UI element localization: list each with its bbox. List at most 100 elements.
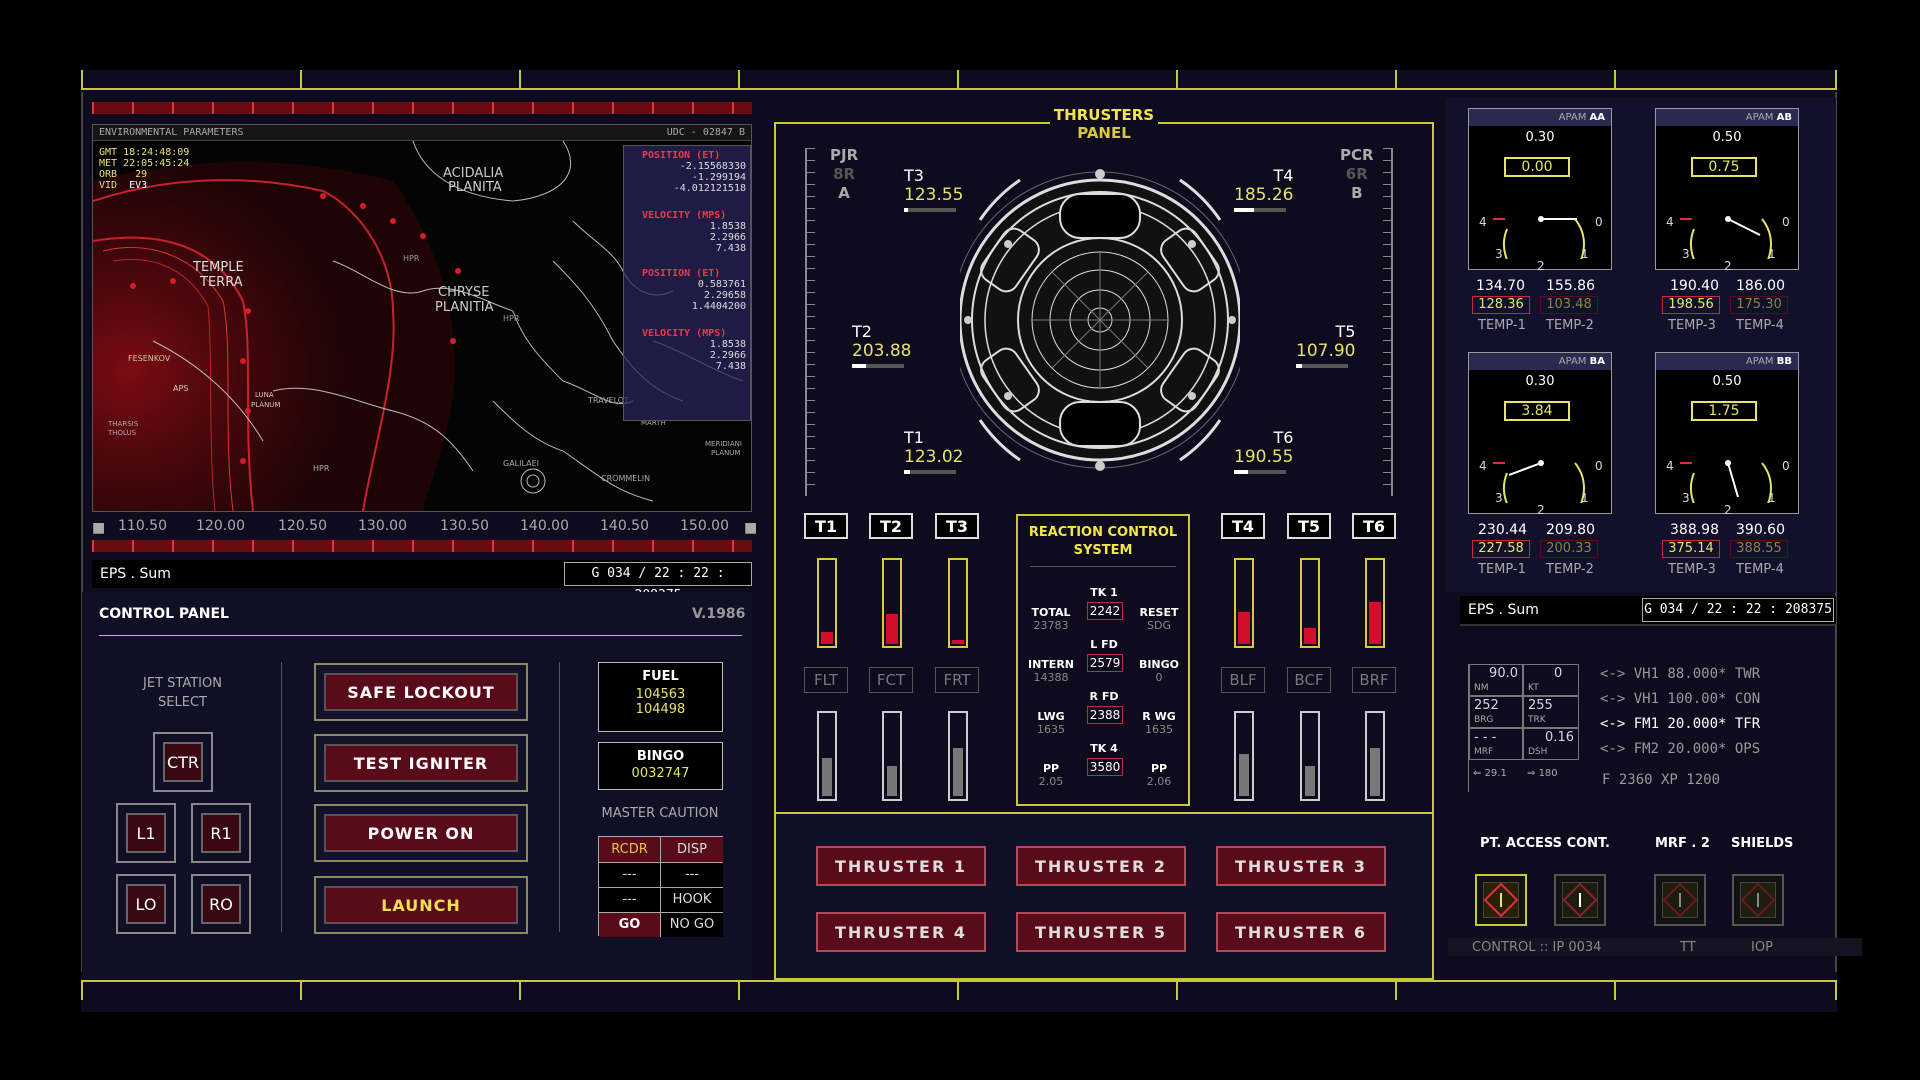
radio-line-3[interactable]: <-> FM1 20.000* TFR (1600, 712, 1760, 737)
svg-text:LUNA: LUNA (255, 391, 274, 399)
map-header: ENVIRONMENTAL PARAMETERS (99, 127, 244, 138)
apam-ba-l2: TEMP-2 (1546, 562, 1594, 577)
apam-ba-a: 230.44 (1478, 522, 1527, 538)
apam-ba-c: 227.58 (1472, 540, 1530, 558)
bar-label-t3: T3 (935, 513, 979, 539)
bar-label-t6: T6 (1352, 513, 1396, 539)
environmental-map[interactable]: ENVIRONMENTAL PARAMETERS UDC - 02847 B A… (92, 124, 752, 512)
radio-line-2[interactable]: <-> VH1 100.00* CON (1600, 687, 1760, 712)
launch-button[interactable]: LAUNCH (314, 876, 528, 934)
svg-text:THOLUS: THOLUS (107, 429, 137, 437)
level-frt (948, 711, 968, 801)
shields-footer: IOP (1751, 940, 1773, 955)
jet-l1-button[interactable]: L1 (116, 803, 176, 863)
jet-ctr-button[interactable]: CTR (153, 732, 213, 792)
map-bottom-ruler (92, 540, 752, 552)
bar-label-t1: T1 (804, 513, 848, 539)
svg-text:THARSIS: THARSIS (107, 420, 139, 428)
master-caution-grid[interactable]: RCDR DISP --- --- --- HOOK GO NO GO (598, 836, 723, 937)
apam-ab-l2: TEMP-4 (1736, 318, 1784, 333)
rcs-tk4-value: 3580 (1087, 758, 1123, 776)
map-side-panel: POSITION (ET) -2.15568330 -1.299194 -4.0… (623, 145, 751, 421)
gauge-t2 (882, 558, 902, 648)
shields-switch[interactable] (1732, 874, 1784, 926)
access-switch-1[interactable] (1475, 874, 1527, 926)
apam-bb-l1: TEMP-3 (1668, 562, 1716, 577)
readout-t2: T2 203.88 (852, 322, 911, 368)
thruster-4-button[interactable]: THRUSTER 4 (816, 912, 986, 952)
apam-ba-gauge: APAM BA 0.30 3.84 4 0 3 1 2 (1468, 352, 1612, 517)
master-caution-title: MASTER CAUTION (601, 806, 719, 821)
level-bcf (1300, 711, 1320, 801)
bar-label-t4: T4 (1221, 513, 1265, 539)
bar-label-t2: T2 (869, 513, 913, 539)
level-blf (1234, 711, 1254, 801)
gauge-t6 (1365, 558, 1385, 648)
svg-text:CROMMELIN: CROMMELIN (601, 474, 650, 483)
safe-lockout-button[interactable]: SAFE LOCKOUT (314, 663, 528, 721)
apam-aa-c: 128.36 (1472, 296, 1530, 314)
control-title: CONTROL PANEL (99, 606, 229, 622)
eps-label: EPS . Sum (100, 566, 171, 582)
radio-list: <-> VH1 88.000* TWR <-> VH1 100.00* CON … (1600, 662, 1760, 762)
svg-text:FESENKOV: FESENKOV (128, 354, 171, 363)
rcs-rfd-value: 2388 (1087, 706, 1123, 724)
map-code: UDC - 02847 B (666, 127, 745, 138)
bar-label-t5: T5 (1287, 513, 1331, 539)
apam-aa-l2: TEMP-2 (1546, 318, 1594, 333)
sublabel-bcf: BCF (1287, 667, 1331, 693)
pcr-scale (1383, 148, 1393, 496)
pjr-label: PJR 8R A (830, 146, 859, 202)
thruster-3-button[interactable]: THRUSTER 3 (1216, 846, 1386, 886)
readout-t6: T6 190.55 (1234, 428, 1293, 474)
mrf-switch[interactable] (1654, 874, 1706, 926)
radio-line-1[interactable]: <-> VH1 88.000* TWR (1600, 662, 1760, 687)
svg-text:HPR: HPR (403, 254, 420, 263)
test-igniter-button[interactable]: TEST IGNITER (314, 734, 528, 792)
rcs-panel: REACTION CONTROL SYSTEM TK 1 2242 L FD 2… (1016, 514, 1190, 806)
power-on-button[interactable]: POWER ON (314, 804, 528, 862)
rcs-lfd-value: 2579 (1087, 654, 1123, 672)
readout-t5: T5 107.90 (1296, 322, 1355, 368)
apam-bb-c: 375.14 (1662, 540, 1720, 558)
shields-title: SHIELDS (1731, 836, 1794, 851)
level-fct (882, 711, 902, 801)
access-switch-2[interactable] (1554, 874, 1606, 926)
svg-text:TERRA: TERRA (199, 275, 243, 290)
apam-ba-b: 209.80 (1546, 522, 1595, 538)
access-title: PT. ACCESS CONT. (1480, 836, 1610, 851)
jet-station-title: JET STATION SELECT (143, 676, 222, 710)
jet-ro-button[interactable]: RO (191, 874, 251, 934)
svg-text:TEMPLE: TEMPLE (192, 260, 244, 275)
apam-aa-b: 155.86 (1546, 278, 1595, 294)
thruster-2-button[interactable]: THRUSTER 2 (1016, 846, 1186, 886)
eps-code: G 034 / 22 : 22 : 208375 (564, 562, 752, 603)
apam-aa-l1: TEMP-1 (1478, 318, 1526, 333)
svg-text:MERIDIANI: MERIDIANI (705, 440, 742, 448)
gauge-t3 (948, 558, 968, 648)
mrf-footer: TT (1680, 940, 1696, 955)
jet-lo-button[interactable]: LO (116, 874, 176, 934)
sublabel-flt: FLT (804, 667, 848, 693)
radio-line-4[interactable]: <-> FM2 20.000* OPS (1600, 737, 1760, 762)
top-ruler (81, 70, 1837, 90)
apam-bb-gauge: APAM BB 0.50 1.75 4 0 3 1 2 (1655, 352, 1799, 517)
bingo-box: BINGO 0032747 (598, 742, 723, 790)
nav-grid: 90.0 NM 0 KT 252 BRG 255 TRK - - - MRF 0.16 DS… (1468, 664, 1579, 792)
thruster-buttons-area (776, 812, 1432, 978)
eps-strip-right: EPS . Sum G 034 / 22 : 22 : 208375 (1460, 596, 1836, 624)
thruster-6-button[interactable]: THRUSTER 6 (1216, 912, 1386, 952)
readout-t4: T4 185.26 (1234, 166, 1293, 212)
thruster-1-button[interactable]: THRUSTER 1 (816, 846, 986, 886)
jet-r1-button[interactable]: R1 (191, 803, 251, 863)
place-acidalia: ACIDALIA (443, 166, 503, 181)
sublabel-frt: FRT (935, 667, 979, 693)
bottom-ruler (81, 980, 1837, 1000)
control-version: V.1986 (692, 606, 746, 622)
svg-text:PLANUM: PLANUM (251, 401, 280, 409)
thruster-5-button[interactable]: THRUSTER 5 (1016, 912, 1186, 952)
map-info: GMT 18:24:48:09 MET 22:05:45:24 ORB 29 V… (99, 147, 190, 191)
apam-aa-a: 134.70 (1476, 278, 1525, 294)
sublabel-blf: BLF (1221, 667, 1265, 693)
apam-ab-gauge: APAM AB 0.50 0.75 4 0 3 1 2 (1655, 108, 1799, 273)
